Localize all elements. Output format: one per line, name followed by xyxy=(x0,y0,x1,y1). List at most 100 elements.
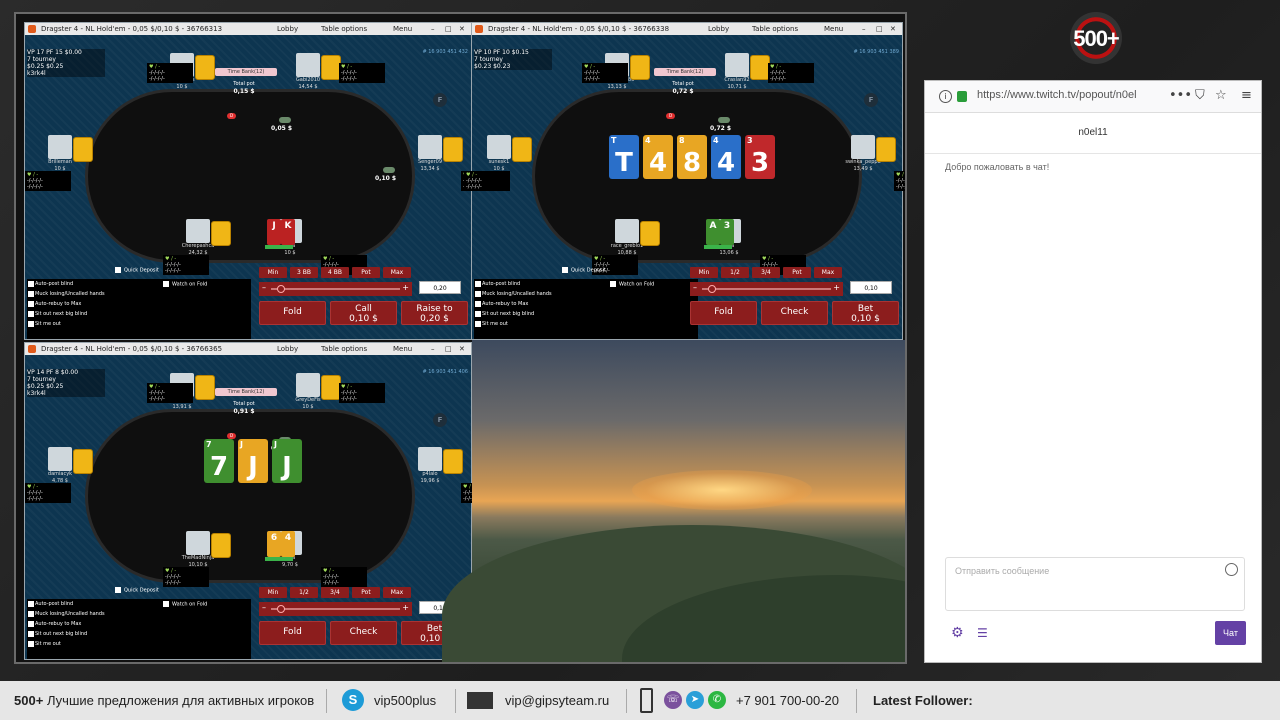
lobby-button[interactable]: Lobby xyxy=(708,23,729,35)
pocket-icon[interactable]: ⛉ xyxy=(1195,88,1205,103)
bet-size-button[interactable]: 3 BB xyxy=(290,267,318,278)
note-card-icon[interactable] xyxy=(73,137,93,162)
bookmark-star-icon[interactable]: ☆ xyxy=(1215,88,1227,103)
note-card-icon[interactable] xyxy=(211,221,231,246)
lobby-button[interactable]: Lobby xyxy=(277,23,298,35)
more-icon[interactable]: ••• xyxy=(1169,88,1192,103)
action-button-raise-to[interactable]: Raise to 0,20 $ xyxy=(401,301,468,325)
option-checkbox[interactable]: Auto-rebuy to Max xyxy=(474,299,698,309)
action-button-check[interactable]: Check xyxy=(761,301,828,325)
option-checkbox[interactable]: Auto-rebuy to Max xyxy=(27,299,251,309)
option-checkbox[interactable]: Auto-post blind xyxy=(27,599,251,609)
note-card-icon[interactable] xyxy=(443,137,463,162)
note-card-icon[interactable] xyxy=(640,221,660,246)
bet-amount-input[interactable]: 0,10 xyxy=(850,281,892,294)
minimize-icon[interactable]: – xyxy=(431,343,435,355)
action-button-fold[interactable]: Fold xyxy=(690,301,757,325)
bet-size-button[interactable]: 3/4 xyxy=(752,267,780,278)
info-icon[interactable]: i xyxy=(939,90,952,103)
option-checkbox[interactable]: Auto-rebuy to Max xyxy=(27,619,251,629)
option-checkbox[interactable]: Auto-post blind xyxy=(474,279,698,289)
close-icon[interactable]: ✕ xyxy=(890,23,896,35)
note-card-icon[interactable] xyxy=(321,55,341,80)
option-checkbox[interactable]: Sit me out xyxy=(474,319,698,329)
bet-size-button[interactable]: Pot xyxy=(352,587,380,598)
option-checkbox[interactable]: Muck losing/Uncalled hands xyxy=(27,289,251,299)
hamburger-menu-icon[interactable]: ≡ xyxy=(1241,88,1252,103)
slider-plus-button[interactable]: + xyxy=(402,283,409,292)
option-checkbox[interactable]: Muck losing/Uncalled hands xyxy=(27,609,251,619)
maximize-icon[interactable]: □ xyxy=(876,23,883,35)
action-button-check[interactable]: Check xyxy=(330,621,397,645)
close-icon[interactable]: ✕ xyxy=(459,343,465,355)
note-card-icon[interactable] xyxy=(73,449,93,474)
chat-send-button[interactable]: Чат xyxy=(1215,621,1246,645)
url-text[interactable]: https://www.twitch.tv/popout/n0el xyxy=(977,89,1162,101)
action-button-bet[interactable]: Bet 0,10 $ xyxy=(832,301,899,325)
lobby-button[interactable]: Lobby xyxy=(277,343,298,355)
minimize-icon[interactable]: – xyxy=(431,23,435,35)
option-checkbox[interactable]: Sit out next big blind xyxy=(474,309,698,319)
bet-size-button[interactable]: Pot xyxy=(352,267,380,278)
bet-slider[interactable]: – + xyxy=(259,282,412,296)
slider-minus-button[interactable]: – xyxy=(693,283,697,292)
gear-icon[interactable]: ⚙ xyxy=(951,625,964,641)
option-checkbox[interactable]: Sit me out xyxy=(27,639,251,649)
bet-size-button[interactable]: 3/4 xyxy=(321,587,349,598)
maximize-icon[interactable]: □ xyxy=(445,23,452,35)
bet-size-button[interactable]: Max xyxy=(814,267,842,278)
action-button-fold[interactable]: Fold xyxy=(259,301,326,325)
slider-handle[interactable] xyxy=(277,285,285,293)
menu-button[interactable]: Menu xyxy=(393,23,412,35)
close-icon[interactable]: ✕ xyxy=(459,23,465,35)
note-card-icon[interactable] xyxy=(750,55,770,80)
note-card-icon[interactable] xyxy=(211,533,231,558)
bet-size-button[interactable]: Min xyxy=(259,267,287,278)
note-card-icon[interactable] xyxy=(443,449,463,474)
action-button-fold[interactable]: Fold xyxy=(259,621,326,645)
slider-plus-button[interactable]: + xyxy=(833,283,840,292)
chat-input[interactable]: Отправить сообщение xyxy=(945,557,1245,611)
bet-size-button[interactable]: Pot xyxy=(783,267,811,278)
bet-slider[interactable]: – + xyxy=(259,602,412,616)
quick-deposit-button[interactable]: Quick Deposit xyxy=(115,587,159,594)
maximize-icon[interactable]: □ xyxy=(445,343,452,355)
quick-deposit-button[interactable]: Quick Deposit xyxy=(115,267,159,274)
menu-button[interactable]: Menu xyxy=(824,23,843,35)
table-options-button[interactable]: Table options xyxy=(321,343,367,355)
note-card-icon[interactable] xyxy=(630,55,650,80)
slider-handle[interactable] xyxy=(708,285,716,293)
watch-on-fold-checkbox[interactable]: Watch on Fold xyxy=(163,601,207,608)
menu-button[interactable]: Menu xyxy=(393,343,412,355)
table-options-button[interactable]: Table options xyxy=(752,23,798,35)
option-checkbox[interactable]: Sit out next big blind xyxy=(27,629,251,639)
quick-deposit-button[interactable]: Quick Deposit xyxy=(562,267,606,274)
minimize-icon[interactable]: – xyxy=(862,23,866,35)
note-card-icon[interactable] xyxy=(321,375,341,400)
bet-size-button[interactable]: 1/2 xyxy=(290,587,318,598)
slider-minus-button[interactable]: – xyxy=(262,603,266,612)
watch-on-fold-checkbox[interactable]: Watch on Fold xyxy=(163,281,207,288)
bet-size-button[interactable]: 1/2 xyxy=(721,267,749,278)
watch-on-fold-checkbox[interactable]: Watch on Fold xyxy=(610,281,654,288)
list-icon[interactable]: ☰ xyxy=(977,626,988,640)
option-checkbox[interactable]: Sit me out xyxy=(27,319,251,329)
note-card-icon[interactable] xyxy=(512,137,532,162)
bet-size-button[interactable]: Max xyxy=(383,587,411,598)
bet-slider[interactable]: – + xyxy=(690,282,843,296)
note-card-icon[interactable] xyxy=(876,137,896,162)
option-checkbox[interactable]: Sit out next big blind xyxy=(27,309,251,319)
bet-amount-input[interactable]: 0,20 xyxy=(419,281,461,294)
slider-handle[interactable] xyxy=(277,605,285,613)
option-checkbox[interactable]: Auto-post blind xyxy=(27,279,251,289)
bet-size-button[interactable]: Min xyxy=(690,267,718,278)
slider-minus-button[interactable]: – xyxy=(262,283,266,292)
note-card-icon[interactable] xyxy=(195,55,215,80)
emoji-icon[interactable] xyxy=(1225,563,1238,576)
note-card-icon[interactable] xyxy=(195,375,215,400)
option-checkbox[interactable]: Muck losing/Uncalled hands xyxy=(474,289,698,299)
bet-size-button[interactable]: 4 BB xyxy=(321,267,349,278)
bet-size-button[interactable]: Min xyxy=(259,587,287,598)
table-options-button[interactable]: Table options xyxy=(321,23,367,35)
slider-plus-button[interactable]: + xyxy=(402,603,409,612)
